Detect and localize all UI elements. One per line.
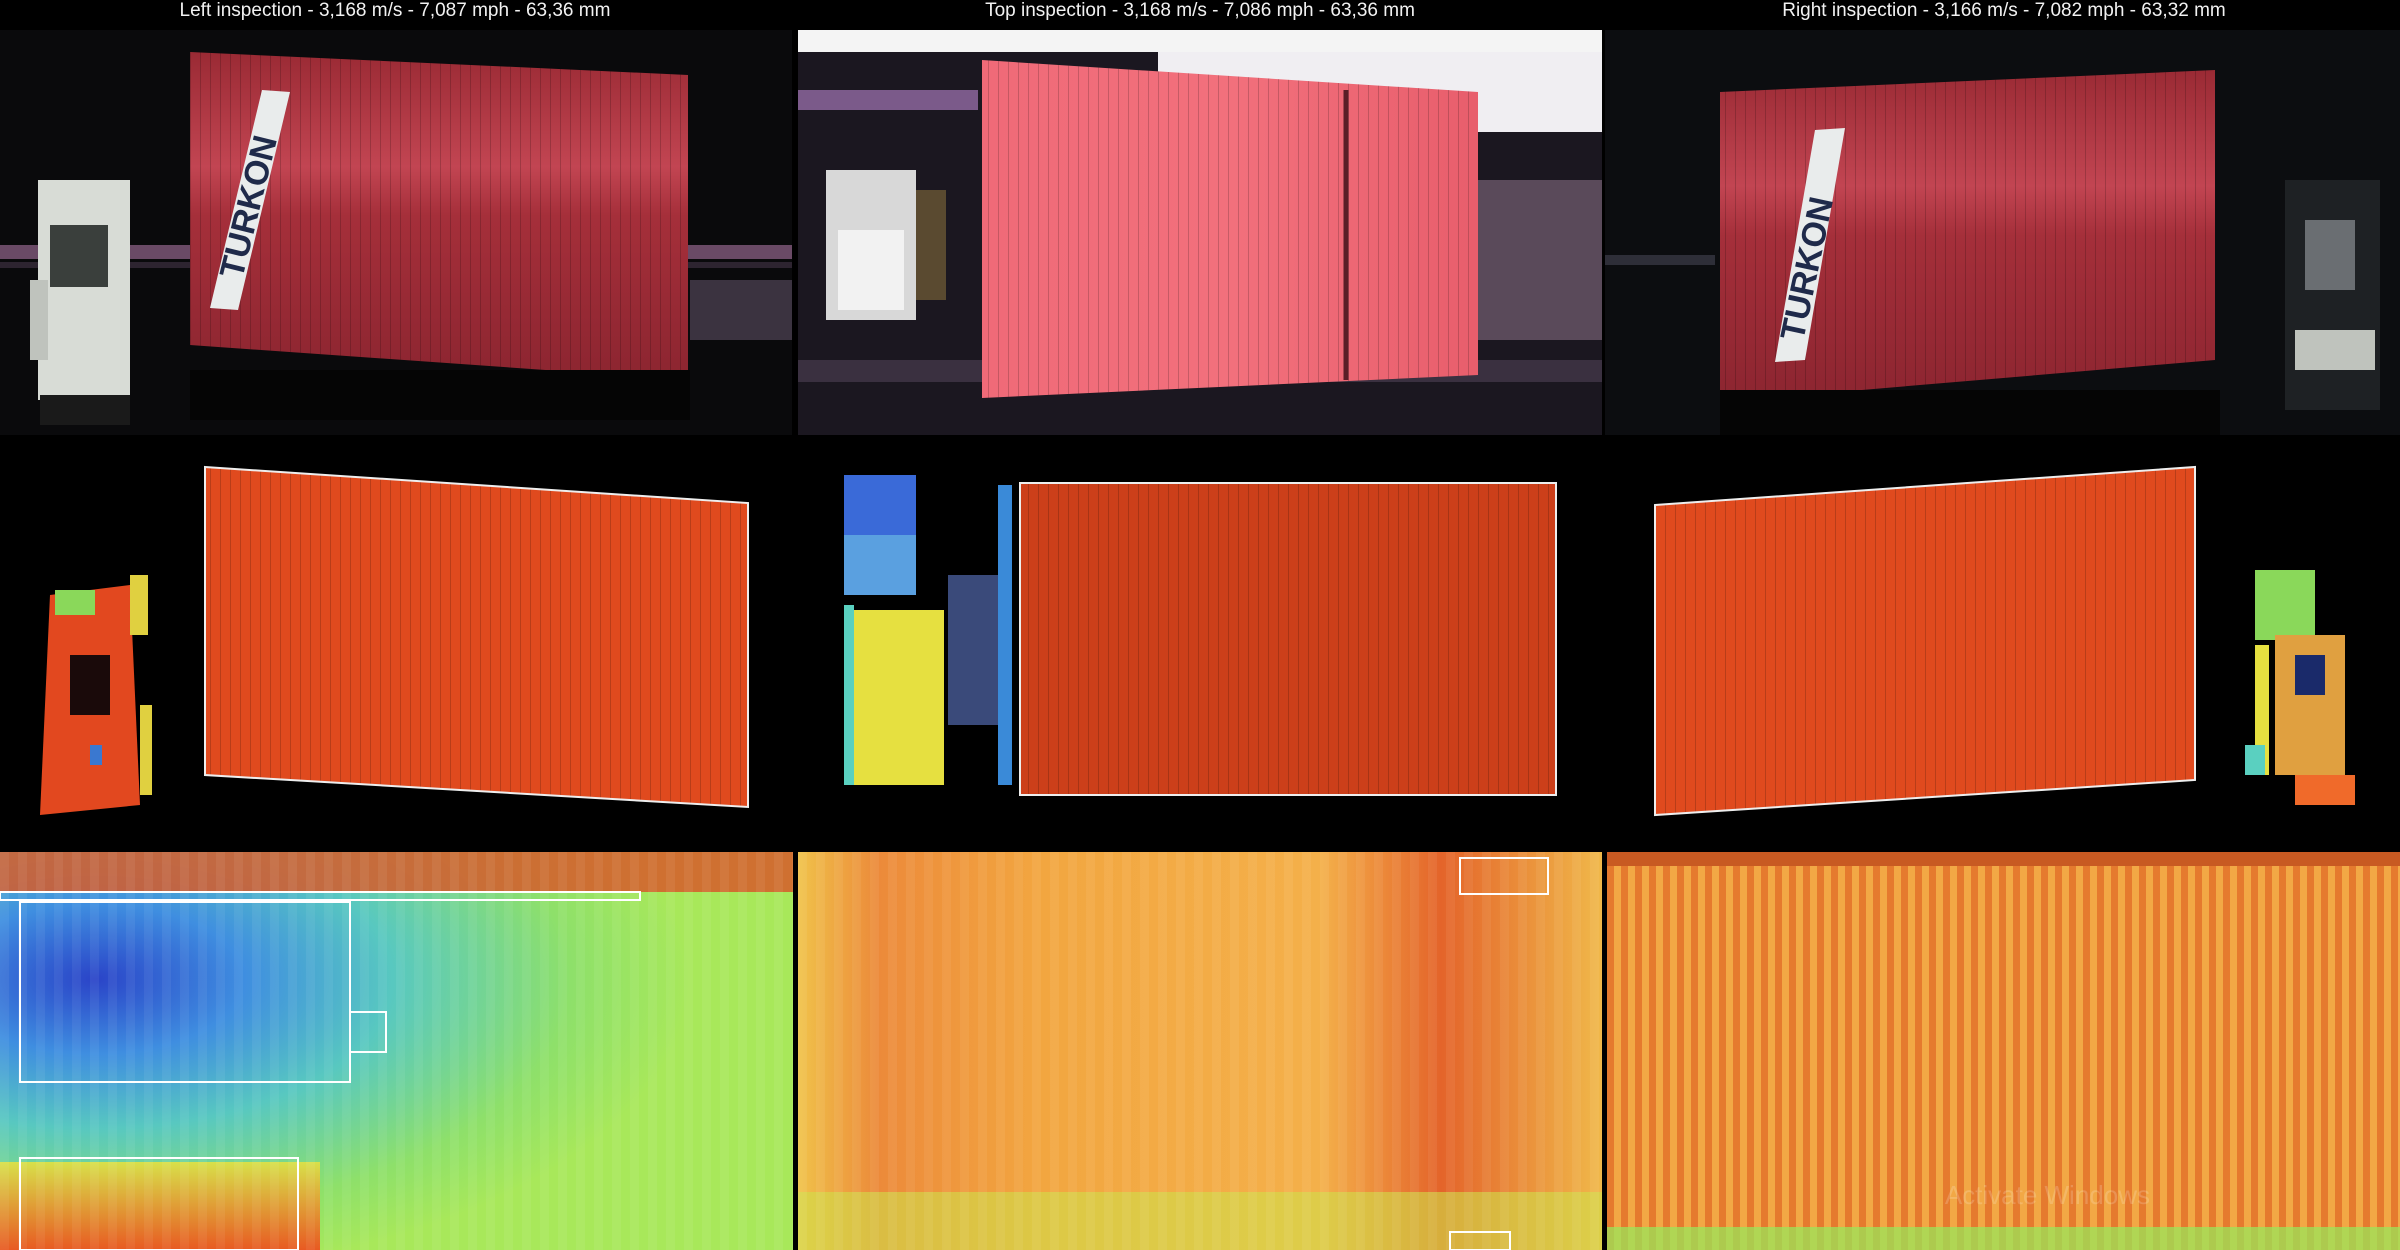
- truck-cab-right: [2285, 180, 2380, 410]
- left-depth-view: [0, 445, 792, 835]
- top-photo-view: [798, 30, 1602, 435]
- windows-watermark: Activate Windows: [1944, 1180, 2150, 1210]
- truck-cab-top: [826, 170, 946, 320]
- top-depth-view: [798, 445, 1602, 835]
- right-photo-view: TURKON: [1605, 30, 2400, 435]
- left-inspection-title: Left inspection - 3,168 m/s - 7,087 mph …: [179, 0, 611, 21]
- top-heatmap-view: [798, 852, 1602, 1250]
- top-inspection-title: Top inspection - 3,168 m/s - 7,086 mph -…: [985, 0, 1415, 21]
- truck-cab-left: [30, 180, 130, 425]
- left-photo-view: TURKON: [0, 30, 792, 435]
- left-heatmap-view: [0, 852, 793, 1250]
- right-depth-view: [1605, 445, 2400, 835]
- right-inspection-title: Right inspection - 3,166 m/s - 7,082 mph…: [1782, 0, 2226, 21]
